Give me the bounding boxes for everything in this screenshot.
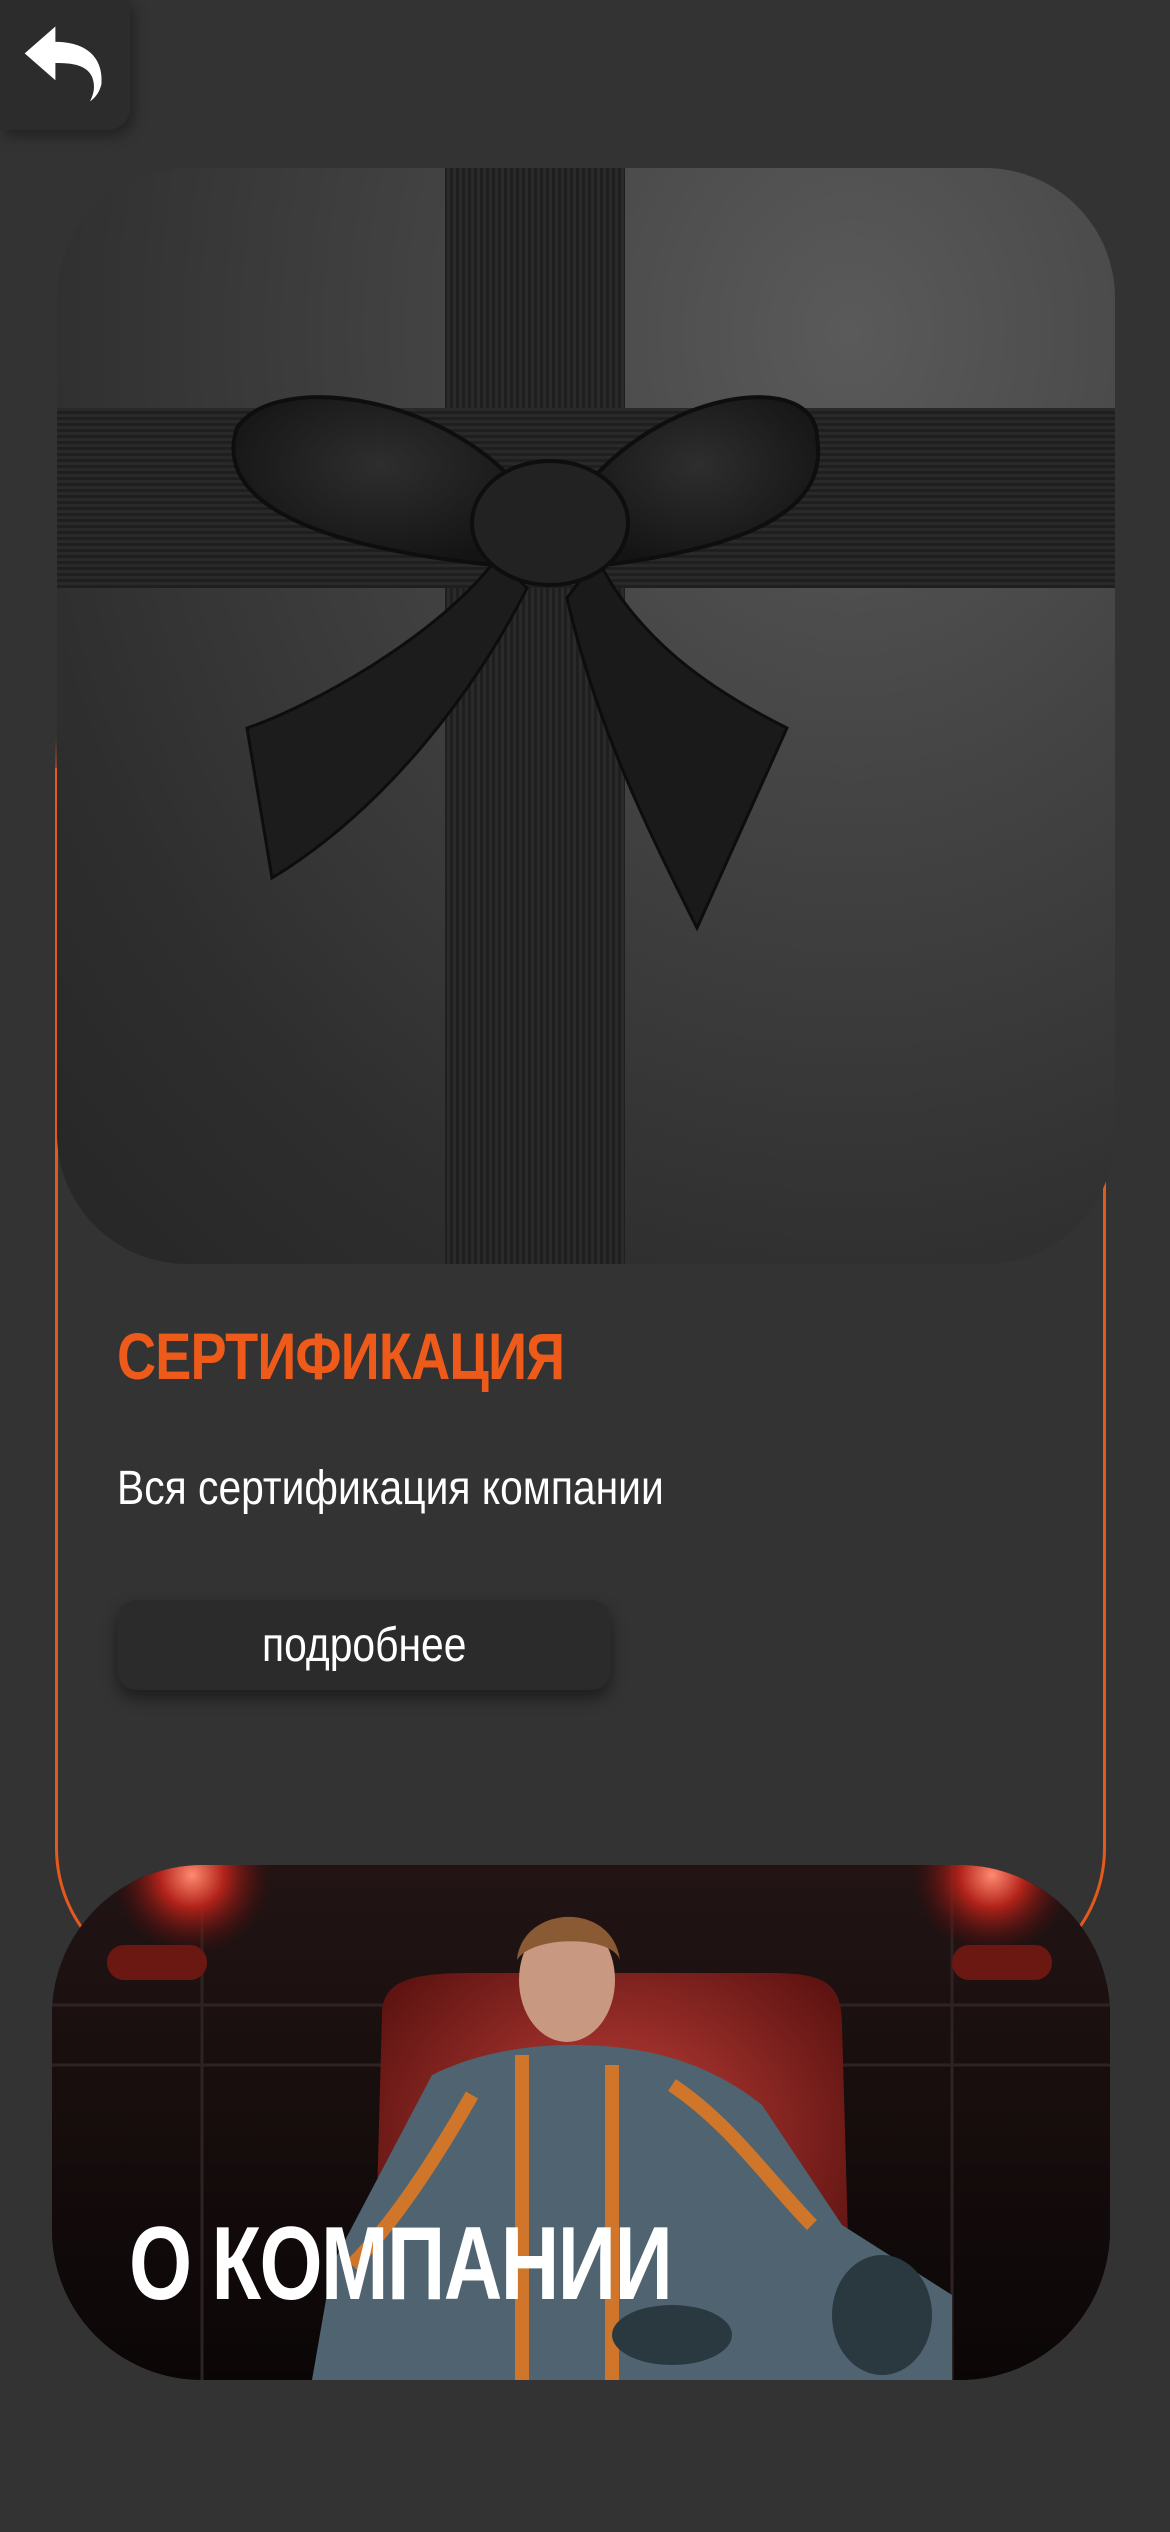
about-company-title: О КОМПАНИИ — [129, 2206, 673, 2322]
details-button-label: подробнее — [261, 1618, 467, 1672]
certification-title: СЕРТИФИКАЦИЯ — [117, 1319, 565, 1393]
certification-description: Вся сертификация компании — [117, 1462, 664, 1515]
back-button[interactable] — [0, 0, 130, 130]
gift-box-image — [57, 168, 1115, 1264]
certification-card: СЕРТИФИКАЦИЯ Вся сертификация компании п… — [55, 168, 1115, 1988]
undo-arrow-icon — [17, 15, 113, 116]
details-button[interactable]: подробнее — [117, 1600, 611, 1690]
about-company-card[interactable]: О КОМПАНИИ — [52, 1865, 1110, 2380]
